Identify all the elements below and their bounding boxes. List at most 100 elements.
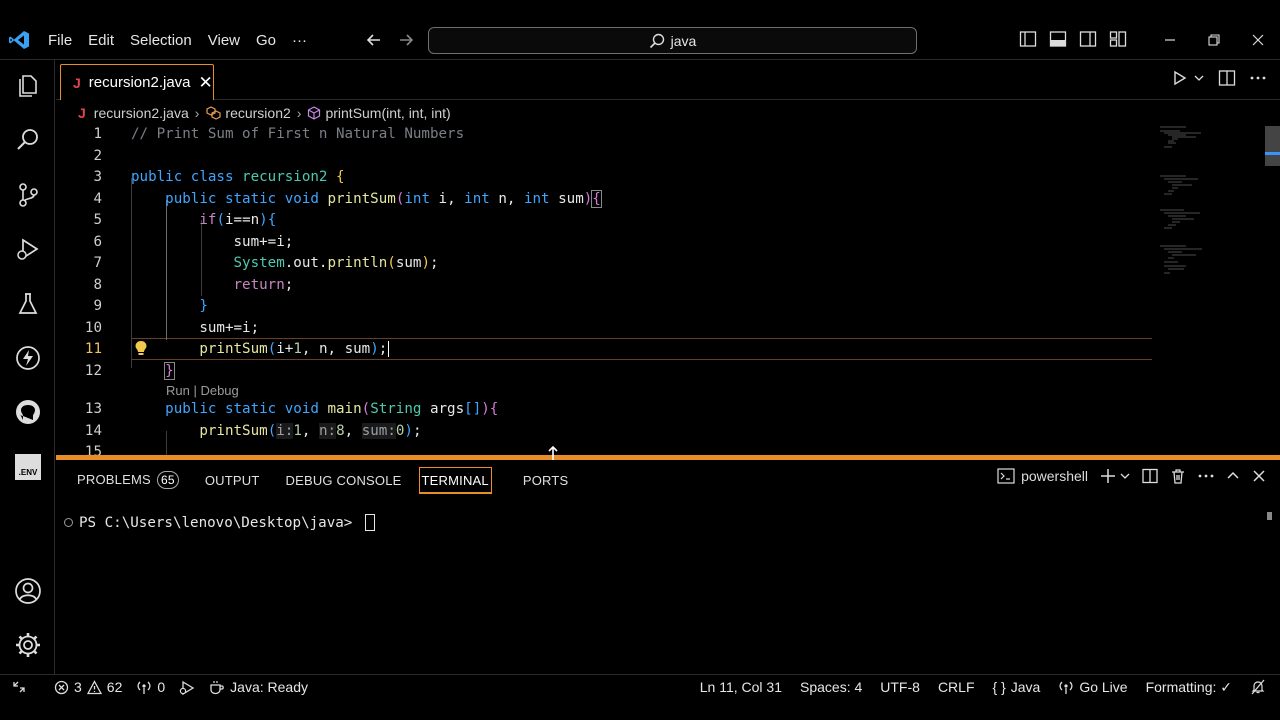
line-number: 13 <box>84 401 102 417</box>
code-editor[interactable]: 1 // Print Sum of First n Natural Numbers… <box>56 124 1280 456</box>
kill-terminal-trash-icon[interactable] <box>1170 468 1186 484</box>
language-label: Java <box>1010 679 1041 695</box>
line-number: 12 <box>84 362 102 379</box>
breadcrumb: J recursion2.java › recursion2 › printSu… <box>56 102 451 124</box>
tab-label: recursion2.java <box>88 74 191 91</box>
java-status-label: Java: Ready <box>230 679 308 695</box>
line-number: 7 <box>93 255 102 271</box>
broadcast-icon <box>137 681 151 694</box>
eol-status[interactable]: CRLF <box>938 679 975 695</box>
search-sidebar-icon[interactable] <box>13 125 43 155</box>
status-bar: 3 62 0 Java: Ready Ln 11, Col 31 Spaces:… <box>0 674 1280 699</box>
java-coffee-icon <box>210 680 224 694</box>
github-icon[interactable] <box>13 397 43 427</box>
minimize-icon[interactable] <box>1148 28 1192 52</box>
line-number: 15 <box>84 444 102 456</box>
panel-more-actions-icon[interactable] <box>1198 474 1214 478</box>
close-panel-icon[interactable] <box>1252 469 1266 483</box>
customize-layout-icon[interactable] <box>1109 30 1129 50</box>
terminal-output[interactable]: PS C:\Users\lenovo\Desktop\java> <box>64 514 375 531</box>
terminal-status-dot-icon <box>64 518 73 527</box>
tab-terminal[interactable]: TERMINAL <box>418 467 492 494</box>
go-live-button[interactable]: Go Live <box>1058 679 1128 695</box>
scrollbar-marker <box>1265 152 1280 155</box>
line-number-active: 11 <box>84 341 102 357</box>
indentation-status[interactable]: Spaces: 4 <box>800 679 862 695</box>
menu-selection[interactable]: Selection <box>122 30 200 51</box>
bottom-panel: PROBLEMS 65 OUTPUT DEBUG CONSOLE TERMINAL… <box>56 460 1280 674</box>
tab-close-icon[interactable]: ✕ <box>199 73 213 93</box>
codelens-run-debug[interactable]: Run | Debug <box>166 383 239 398</box>
menu-view[interactable]: View <box>200 30 248 51</box>
split-terminal-icon[interactable] <box>1142 468 1158 484</box>
thunder-client-icon[interactable] <box>13 343 43 373</box>
remote-indicator-icon[interactable] <box>12 680 26 694</box>
warning-count: 62 <box>106 679 123 695</box>
terminal-dropdown-chevron-icon[interactable] <box>1120 471 1130 481</box>
run-code-icon[interactable] <box>1172 70 1188 86</box>
line-number: 6 <box>93 233 102 250</box>
language-mode[interactable]: { } Java <box>993 679 1041 695</box>
problems-count-badge: 65 <box>156 471 179 489</box>
run-debug-icon[interactable] <box>13 234 43 264</box>
error-icon <box>54 680 69 694</box>
maximize-panel-chevron-up-icon[interactable] <box>1226 469 1240 483</box>
line-number: 10 <box>84 319 102 336</box>
accounts-icon[interactable] <box>13 576 43 606</box>
code-line-7: System.out.println(sum); <box>233 255 439 271</box>
problems-status[interactable]: 3 62 <box>54 679 122 695</box>
java-status[interactable]: Java: Ready <box>209 679 308 695</box>
toggle-sidebar-icon[interactable] <box>1019 30 1039 50</box>
more-actions-icon[interactable] <box>1250 76 1266 80</box>
editor-scrollbar-thumb[interactable] <box>1265 126 1280 166</box>
restore-icon[interactable] <box>1192 28 1236 52</box>
new-terminal-plus-icon[interactable] <box>1100 468 1116 484</box>
code-line-5: if(i==n){ <box>199 212 277 228</box>
minimap[interactable] <box>1156 124 1266 284</box>
bottom-letterbox <box>0 700 1280 720</box>
menu-go[interactable]: Go <box>248 30 284 51</box>
vscode-logo-icon <box>8 30 30 50</box>
breadcrumb-file[interactable]: recursion2.java <box>94 105 189 121</box>
line-number: 8 <box>93 276 102 293</box>
menu-edit[interactable]: Edit <box>80 30 122 51</box>
split-editor-icon[interactable] <box>1218 69 1236 87</box>
debug-launch-icon[interactable] <box>179 680 195 695</box>
chevron-right-icon: › <box>296 105 302 121</box>
testing-flask-icon[interactable] <box>13 289 43 319</box>
code-line-9: } <box>199 298 208 314</box>
terminal-scrollbar[interactable] <box>1267 512 1272 520</box>
toggle-secondary-sidebar-icon[interactable] <box>1079 30 1099 50</box>
tab-output[interactable]: OUTPUT <box>196 468 269 494</box>
env-label: .ENV <box>19 468 38 477</box>
menu-more[interactable]: ··· <box>284 30 315 51</box>
run-dropdown-chevron-icon[interactable] <box>1194 73 1204 83</box>
code-line-12: } <box>164 361 175 380</box>
go-live-label: Go Live <box>1079 679 1128 695</box>
cursor-position[interactable]: Ln 11, Col 31 <box>700 679 782 695</box>
command-search-box[interactable]: java <box>428 27 917 54</box>
source-control-icon[interactable] <box>13 180 43 210</box>
back-arrow-icon[interactable] <box>364 30 384 50</box>
close-window-icon[interactable] <box>1236 28 1280 52</box>
tab-debug-console[interactable]: DEBUG CONSOLE <box>277 468 411 494</box>
tab-recursion2-java[interactable]: J recursion2.java ✕ <box>60 64 214 100</box>
env-file-icon[interactable]: .ENV <box>13 452 43 482</box>
tab-problems[interactable]: PROBLEMS 65 <box>68 466 188 495</box>
toggle-panel-icon[interactable] <box>1049 30 1069 50</box>
encoding-status[interactable]: UTF-8 <box>880 679 920 695</box>
menu-file[interactable]: File <box>40 30 80 51</box>
tab-ports[interactable]: PORTS <box>514 468 578 494</box>
explorer-icon[interactable] <box>13 70 43 100</box>
formatting-status[interactable]: Formatting: ✓ <box>1146 679 1232 696</box>
breadcrumb-class[interactable]: recursion2 <box>225 105 290 121</box>
ports-status[interactable]: 0 <box>136 679 165 695</box>
code-line-8: return; <box>233 276 294 293</box>
terminal-shell-name[interactable]: powershell <box>1021 468 1088 484</box>
forward-arrow-icon[interactable] <box>396 30 416 50</box>
notifications-bell-slash-icon[interactable] <box>1250 679 1266 695</box>
breadcrumb-method[interactable]: printSum(int, int, int) <box>325 105 450 121</box>
code-line-13: public static void main(String args[]){ <box>165 401 499 417</box>
line-number: 4 <box>93 190 102 207</box>
settings-gear-icon[interactable] <box>13 630 43 660</box>
